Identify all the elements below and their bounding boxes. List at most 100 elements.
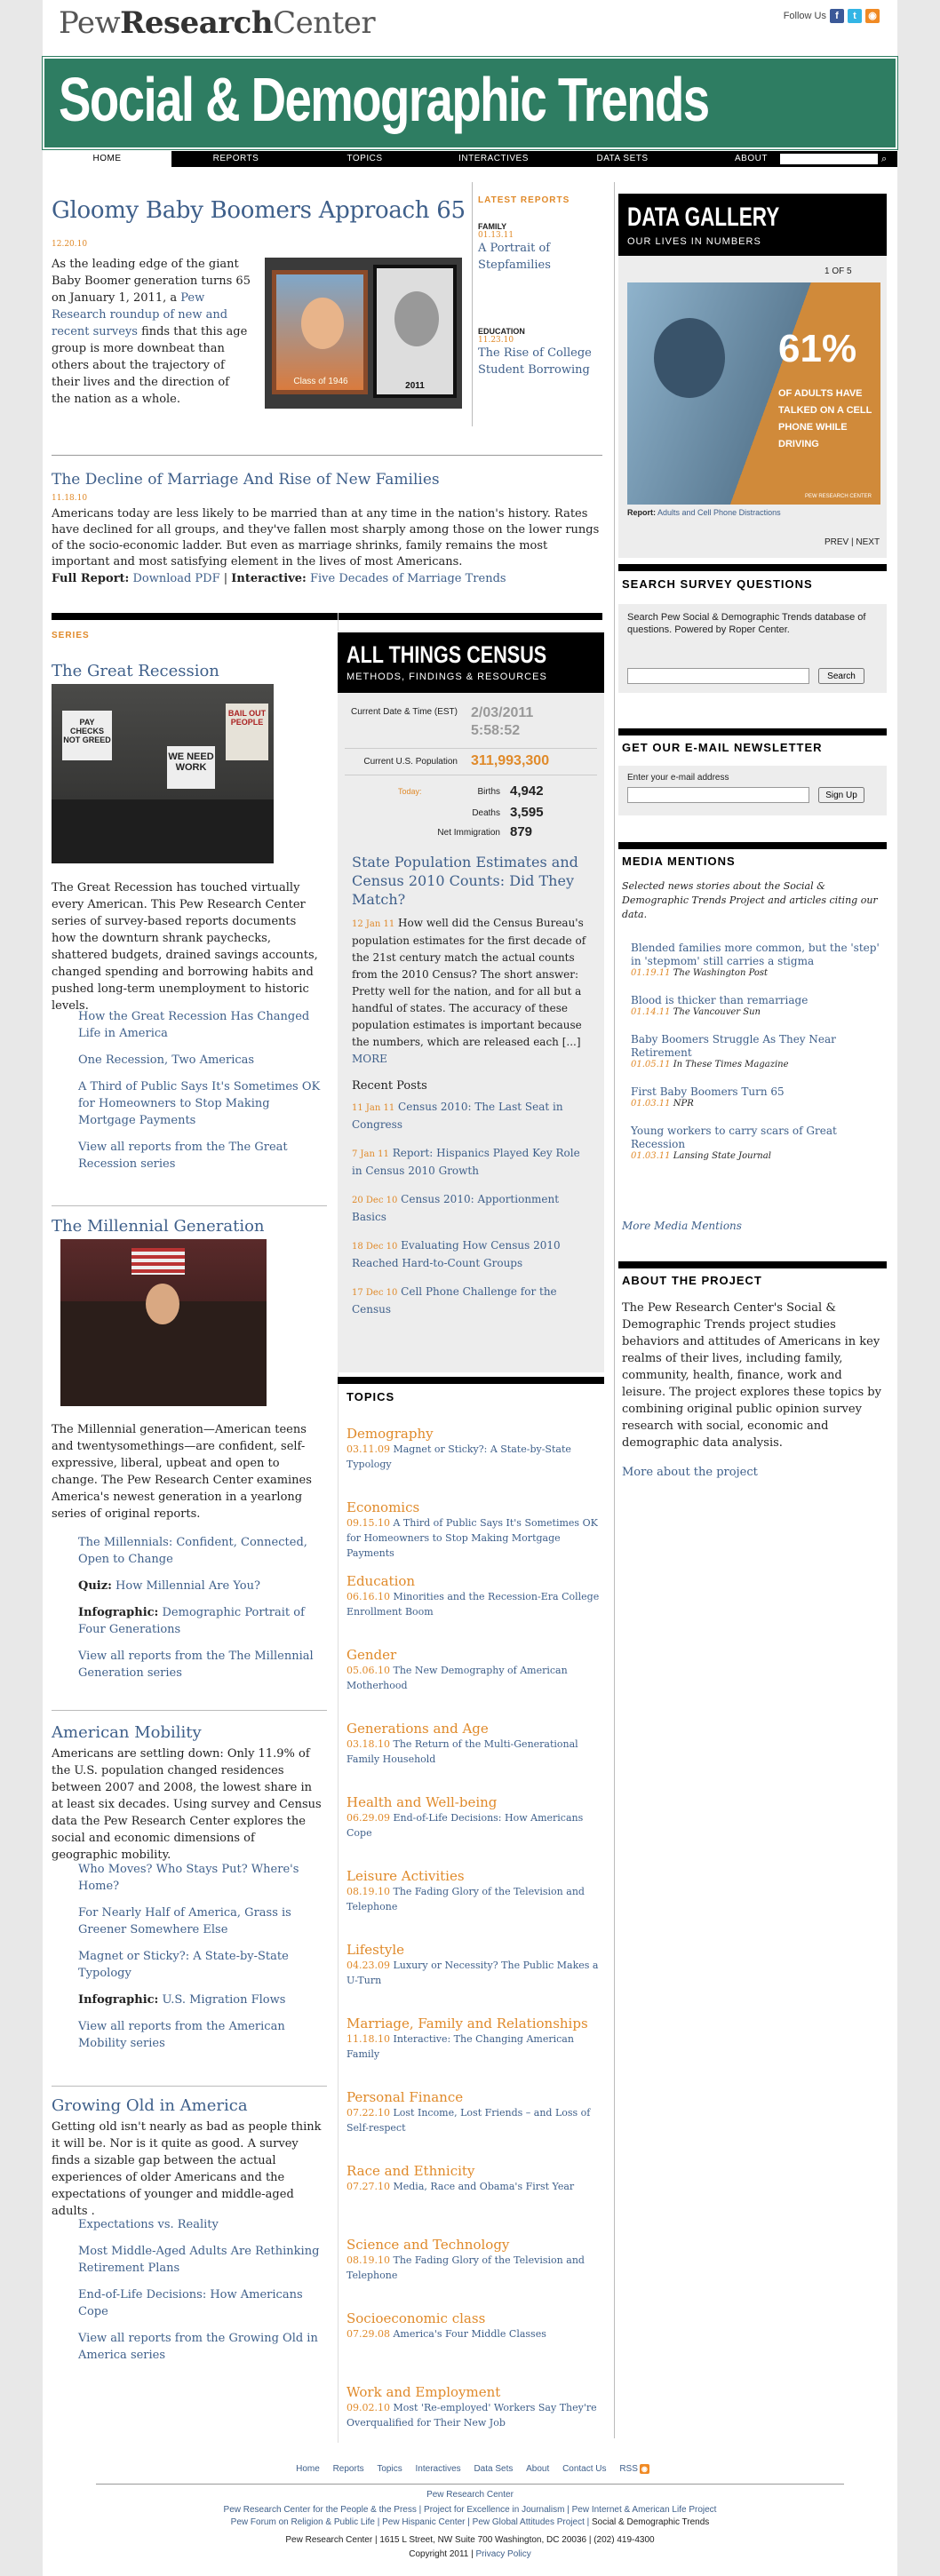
series-link[interactable]: The Millennials: Confident, Connected, O… <box>78 1534 327 1568</box>
series-link[interactable]: View all reports from the The Millennial… <box>78 1648 327 1682</box>
gallery-report-link[interactable]: Adults and Cell Phone Distractions <box>657 508 781 517</box>
media-link[interactable]: Blended families more common, but the 's… <box>631 942 880 968</box>
footer-project-link[interactable]: Pew Forum on Religion & Public Life <box>231 2517 375 2527</box>
download-pdf-link[interactable]: Download PDF <box>132 572 219 585</box>
nav-reports[interactable]: REPORTS <box>171 151 300 167</box>
more-media-link[interactable]: More Media Mentions <box>622 1220 742 1232</box>
footer-project-link[interactable]: Pew Hispanic Center <box>382 2517 465 2527</box>
series-link[interactable]: Magnet or Sticky?: A State-by-State Typo… <box>78 1948 327 1982</box>
rss-icon[interactable]: ◉ <box>639 2464 649 2474</box>
nav-topics[interactable]: TOPICS <box>300 151 429 167</box>
twitter-icon[interactable]: t <box>848 9 862 23</box>
topic-name-link[interactable]: Marriage, Family and Relationships <box>347 2015 600 2031</box>
series-recession-title[interactable]: The Great Recession <box>52 662 219 680</box>
topic-name-link[interactable]: Education <box>347 1573 600 1589</box>
footer-project-link[interactable]: Pew Internet & American Life Project <box>572 2505 717 2515</box>
footer-project-link[interactable]: Project for Excellence in Journalism <box>424 2505 564 2515</box>
pew-logo[interactable]: PewResearchCenter <box>59 5 376 41</box>
feature-title-link[interactable]: The Decline of Marriage And Rise of New … <box>52 471 440 489</box>
lead-title[interactable]: Gloomy Baby Boomers Approach 65 <box>52 197 496 224</box>
gallery-next-button[interactable]: NEXT <box>856 537 880 547</box>
topic-name-link[interactable]: Personal Finance <box>347 2089 600 2105</box>
search-icon[interactable]: ⌕ <box>881 153 894 165</box>
privacy-link[interactable]: Privacy Policy <box>476 2549 531 2559</box>
topic-name-link[interactable]: Work and Employment <box>347 2384 600 2400</box>
topic-article-link[interactable]: America's Four Middle Classes <box>393 2328 546 2340</box>
footer-org[interactable]: Pew Research Center <box>43 2490 897 2500</box>
series-link[interactable]: For Nearly Half of America, Grass is Gre… <box>78 1904 327 1938</box>
media-link[interactable]: First Baby Boomers Turn 65 <box>631 1085 880 1099</box>
topic-name-link[interactable]: Demography <box>347 1426 600 1442</box>
signup-button[interactable]: Sign Up <box>818 787 864 803</box>
recession-photo[interactable]: PAY CHECKS NOT GREED WE NEED WORK BAIL O… <box>52 684 274 863</box>
survey-search-button[interactable]: Search <box>818 668 864 684</box>
footer-project-link[interactable]: Social & Demographic Trends <box>592 2517 709 2527</box>
series-growingold-title[interactable]: Growing Old in America <box>52 2096 248 2115</box>
series-millennial-title[interactable]: The Millennial Generation <box>52 1217 265 1236</box>
media-link[interactable]: Young workers to carry scars of Great Re… <box>631 1125 880 1151</box>
email-field[interactable] <box>627 787 809 803</box>
topic-date: 11.18.10 <box>347 2033 390 2045</box>
media-link[interactable]: Baby Boomers Struggle As They Near Retir… <box>631 1033 880 1060</box>
footer-link-data-sets[interactable]: Data Sets <box>474 2464 513 2474</box>
media-date: 01.03.11 <box>631 1099 671 1109</box>
series-link[interactable]: View all reports from the The Great Rece… <box>78 1139 327 1173</box>
census-more-link[interactable]: MORE <box>352 1053 387 1065</box>
footer-link-contact[interactable]: Contact Us <box>562 2464 606 2474</box>
topic-date: 06.29.09 <box>347 1812 390 1824</box>
rss-icon[interactable]: ◉ <box>865 9 880 23</box>
series-link[interactable]: Expectations vs. Reality <box>78 2216 327 2233</box>
topic-name-link[interactable]: Health and Well-being <box>347 1794 600 1810</box>
banner[interactable]: Social & Demographic Trends <box>42 56 898 150</box>
quiz-link[interactable]: How Millennial Are You? <box>116 1579 260 1593</box>
recent-post: 20 Dec 10 Census 2010: Apportionment Bas… <box>352 1191 587 1226</box>
topic-name-link[interactable]: Generations and Age <box>347 1721 600 1737</box>
topic-article-link[interactable]: Media, Race and Obama's First Year <box>393 2181 574 2192</box>
series-link[interactable]: View all reports from the Growing Old in… <box>78 2330 327 2364</box>
report-link-stepfamilies[interactable]: A Portrait of Stepfamilies <box>478 242 551 272</box>
series-link[interactable]: A Third of Public Says It's Sometimes OK… <box>78 1078 327 1129</box>
topic-name-link[interactable]: Gender <box>347 1647 600 1663</box>
about-link[interactable]: More about the project <box>622 1466 758 1479</box>
marriage-trends-link[interactable]: Five Decades of Marriage Trends <box>310 572 506 585</box>
series-link[interactable]: View all reports from the American Mobil… <box>78 2018 327 2052</box>
nav-interactives[interactable]: INTERACTIVES <box>429 151 558 167</box>
series-link[interactable]: End-of-Life Decisions: How Americans Cop… <box>78 2286 327 2320</box>
gallery-slide[interactable]: 61% OF ADULTS HAVE TALKED ON A CELL PHON… <box>627 282 880 505</box>
topic-name-link[interactable]: Lifestyle <box>347 1942 600 1958</box>
gallery-prev-button[interactable]: PREV <box>824 537 848 547</box>
millennial-photo[interactable] <box>60 1239 267 1406</box>
footer-link-reports[interactable]: Reports <box>333 2464 364 2474</box>
footer-link-rss[interactable]: RSS <box>619 2464 638 2474</box>
nav-data-sets[interactable]: DATA SETS <box>558 151 687 167</box>
topic-name-link[interactable]: Socioeconomic class <box>347 2310 600 2326</box>
media-item: Baby Boomers Struggle As They Near Retir… <box>631 1033 880 1069</box>
nav-home[interactable]: HOME <box>43 151 171 167</box>
series-link[interactable]: One Recession, Two Americas <box>78 1052 327 1069</box>
topic-name-link[interactable]: Leisure Activities <box>347 1868 600 1884</box>
report-link-college-borrowing[interactable]: The Rise of College Student Borrowing <box>478 346 592 377</box>
survey-search-input[interactable] <box>627 668 809 684</box>
infographic-link[interactable]: U.S. Migration Flows <box>163 1993 286 2007</box>
site-search-input[interactable] <box>780 154 878 164</box>
topic-name-link[interactable]: Economics <box>347 1499 600 1515</box>
series-link[interactable]: Most Middle-Aged Adults Are Rethinking R… <box>78 2243 327 2277</box>
topic-name-link[interactable]: Race and Ethnicity <box>347 2163 600 2179</box>
series-link[interactable]: How the Great Recession Has Changed Life… <box>78 1008 327 1042</box>
facebook-icon[interactable]: f <box>830 9 844 23</box>
census-post-title[interactable]: State Population Estimates and Census 20… <box>352 853 596 909</box>
report-category: FAMILY <box>478 222 507 231</box>
footer-link-topics[interactable]: Topics <box>377 2464 402 2474</box>
series-link[interactable]: Who Moves? Who Stays Put? Where's Home? <box>78 1861 327 1895</box>
survey-box: Search Pew Social & Demographic Trends d… <box>618 604 887 693</box>
footer-project-link[interactable]: Pew Global Attitudes Project <box>473 2517 585 2527</box>
footer-link-interactives[interactable]: Interactives <box>416 2464 461 2474</box>
footer-link-about[interactable]: About <box>526 2464 549 2474</box>
topic-name-link[interactable]: Science and Technology <box>347 2237 600 2253</box>
footer-project-link[interactable]: Pew Research Center for the People & the… <box>224 2505 417 2515</box>
lead-image[interactable]: Class of 1946 2011 <box>265 258 462 409</box>
footer-link-home[interactable]: Home <box>296 2464 320 2474</box>
media-link[interactable]: Blood is thicker than remarriage <box>631 994 880 1007</box>
mobility-links: Who Moves? Who Stays Put? Where's Home? … <box>78 1861 327 2062</box>
series-mobility-title[interactable]: American Mobility <box>52 1723 202 1742</box>
